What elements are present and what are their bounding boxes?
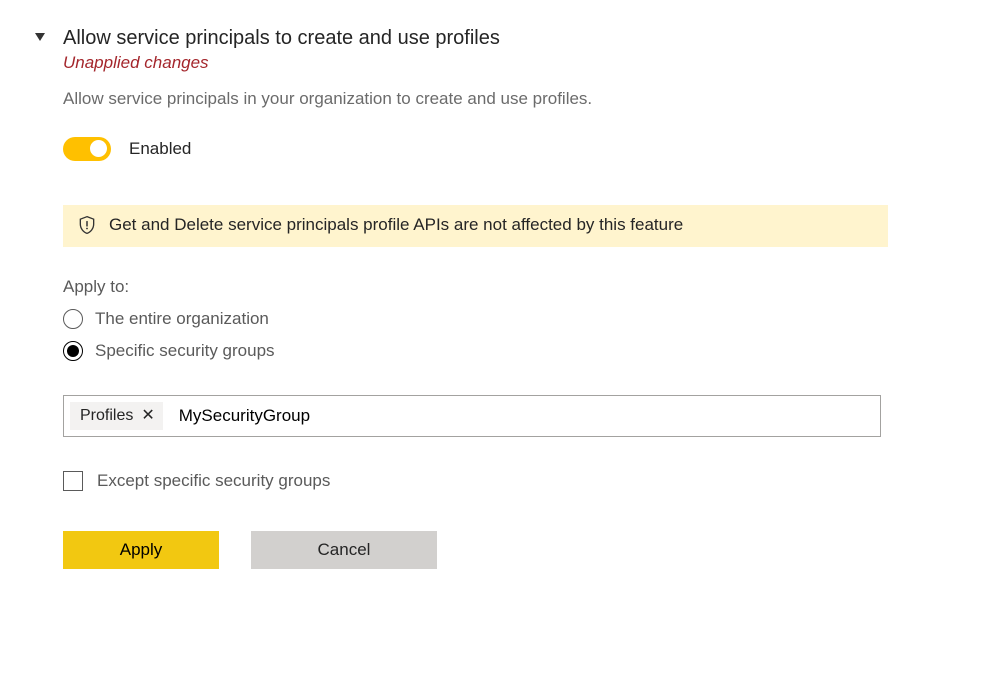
security-groups-text-field[interactable] <box>177 405 874 427</box>
except-checkbox-row[interactable]: Except specific security groups <box>63 471 898 491</box>
enabled-toggle-label: Enabled <box>129 139 191 159</box>
shield-warning-icon <box>77 215 97 235</box>
radio-icon <box>63 341 83 361</box>
title-block: Allow service principals to create and u… <box>63 25 500 73</box>
radio-entire-organization[interactable]: The entire organization <box>63 309 898 329</box>
section-description: Allow service principals in your organiz… <box>63 87 898 111</box>
section-content: Allow service principals in your organiz… <box>63 87 898 569</box>
radio-label: The entire organization <box>95 309 269 329</box>
radio-label: Specific security groups <box>95 341 275 361</box>
collapse-caret-icon[interactable] <box>35 33 45 43</box>
radio-icon <box>63 309 83 329</box>
button-row: Apply Cancel <box>63 531 898 569</box>
group-chip-label: Profiles <box>80 407 133 425</box>
settings-section: Allow service principals to create and u… <box>0 0 981 569</box>
enabled-toggle-row: Enabled <box>63 137 898 161</box>
warning-text: Get and Delete service principals profil… <box>109 215 683 235</box>
toggle-knob <box>90 140 107 157</box>
radio-specific-security-groups[interactable]: Specific security groups <box>63 341 898 361</box>
section-title: Allow service principals to create and u… <box>63 25 500 51</box>
group-chip: Profiles ✕ <box>70 402 163 430</box>
except-checkbox[interactable] <box>63 471 83 491</box>
apply-to-label: Apply to: <box>63 277 898 297</box>
remove-chip-icon[interactable]: ✕ <box>141 408 154 424</box>
except-checkbox-label: Except specific security groups <box>97 471 330 491</box>
cancel-button[interactable]: Cancel <box>251 531 437 569</box>
security-groups-input[interactable]: Profiles ✕ <box>63 395 881 437</box>
warning-bar: Get and Delete service principals profil… <box>63 205 888 247</box>
enabled-toggle[interactable] <box>63 137 111 161</box>
unapplied-changes-badge: Unapplied changes <box>63 53 500 73</box>
apply-button[interactable]: Apply <box>63 531 219 569</box>
section-header: Allow service principals to create and u… <box>35 25 981 73</box>
